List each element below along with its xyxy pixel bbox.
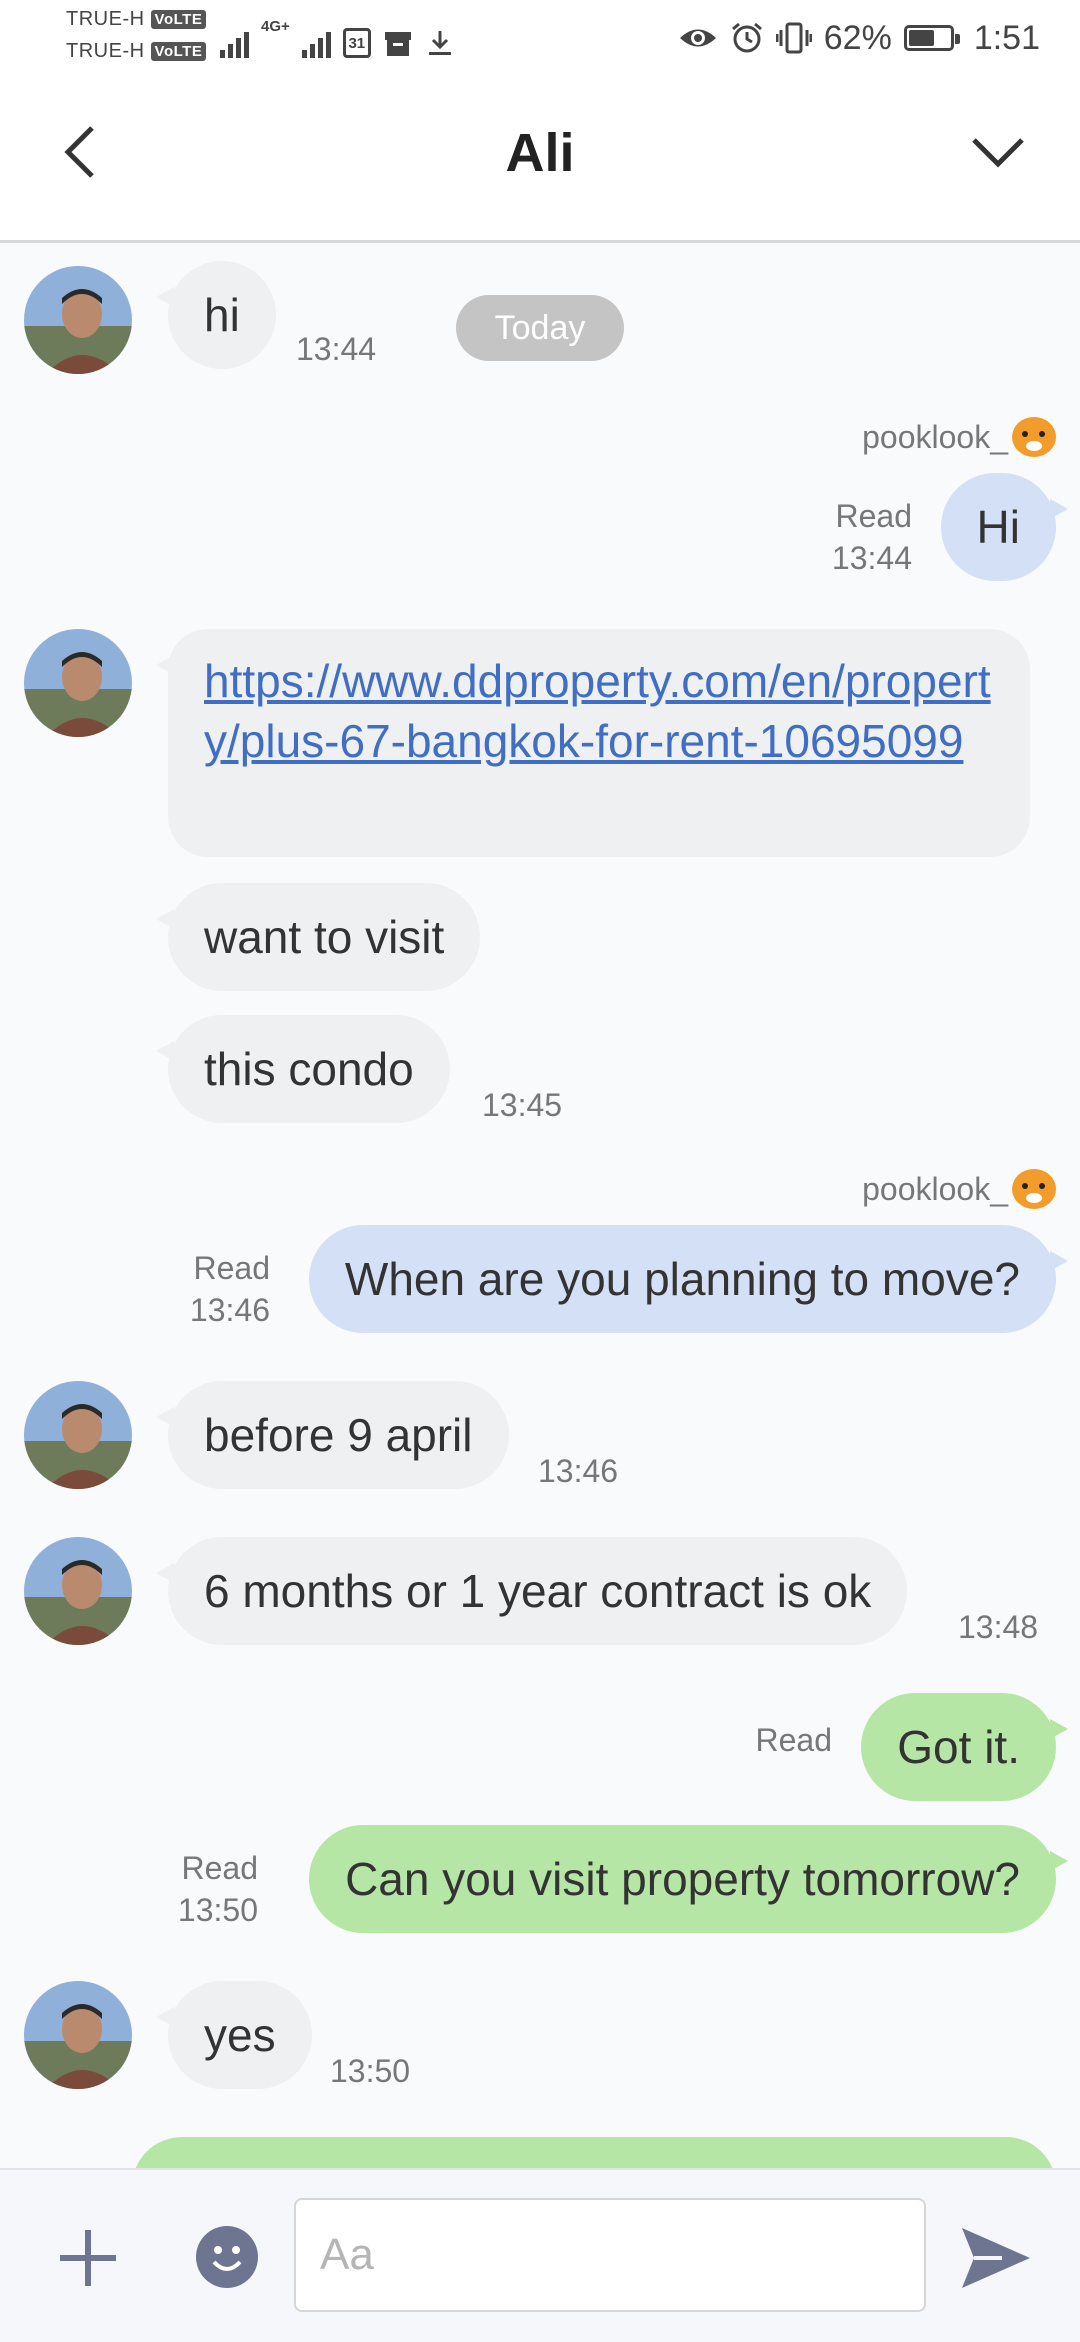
message-text: 6 months or 1 year contract is ok [204,1565,872,1617]
incoming-message-bubble[interactable]: want to visit [155,883,481,991]
avatar-photo [24,629,132,737]
volte-badge: VoLTE [150,10,207,30]
message-text: this condo [204,1043,414,1095]
chat-title: Ali [505,123,575,183]
avatar-photo [24,1381,132,1489]
avatar[interactable] [24,629,132,737]
incoming-message-bubble[interactable]: hi [156,261,276,369]
message-text: Got it. [897,1721,1020,1773]
incoming-message-bubble[interactable]: 6 months or 1 year contract is ok [155,1537,908,1645]
message-time: 13:48 [958,1609,1039,1645]
message-text: want to visit [204,911,445,963]
message-time: 13:45 [482,1087,563,1123]
menu-toggle-button[interactable] [956,120,1040,184]
message-meta: Read [756,1719,833,1761]
signal-icon [301,28,331,58]
vibrate-icon [775,22,812,54]
sender-name: pooklook_ [862,417,1056,457]
incoming-message-bubble[interactable]: before 9 april [156,1381,509,1489]
avatar[interactable] [24,266,132,374]
message-time: 13:44 [296,331,377,367]
message-text: yes [204,2009,276,2061]
read-status: Read [755,1722,833,1758]
incoming-message-bubble[interactable]: yes [156,1981,312,2089]
message-time: 13:46 [189,1292,270,1328]
network-type: 4G+ [261,18,290,35]
carrier-1: TRUE-H VoLTE [66,8,207,31]
volte-badge: VoLTE [150,42,207,62]
status-bar: TRUE-H VoLTE TRUE-H VoLTE 4G+ 31 62% 1:51 [0,0,1080,74]
carrier-2: TRUE-H VoLTE [66,40,207,63]
battery-icon [903,25,960,51]
message-text: When are you planning to move? [344,1253,1020,1305]
tiger-emoji-icon [1012,1169,1056,1209]
message-time: 13:44 [831,540,912,576]
avatar-photo [24,1537,132,1645]
signal-icon [220,28,249,58]
message-time: 13:46 [538,1453,619,1489]
outgoing-message-bubble-partial[interactable] [132,2137,1056,2168]
tiger-emoji-icon [1012,417,1056,457]
emoji-button[interactable] [196,2226,258,2288]
avatar[interactable] [24,1537,132,1645]
avatar[interactable] [24,1381,132,1489]
sender-name: pooklook_ [862,1169,1056,1209]
status-icons: 4G+ 31 [220,18,455,58]
smiley-icon [212,2246,242,2271]
message-link[interactable]: https://www.ddproperty.com/en/property/p… [204,655,991,767]
read-status: Read [193,1250,271,1286]
calendar-icon: 31 [342,28,371,58]
send-icon [962,2228,1030,2288]
clock: 1:51 [973,18,1040,57]
chevron-down-icon [972,138,1024,168]
outgoing-message-bubble[interactable]: Got it. [861,1693,1068,1801]
attach-button[interactable] [52,2222,124,2294]
message-text: Hi [976,501,1020,553]
incoming-message-bubble[interactable]: this condo [156,1015,450,1123]
outgoing-message-bubble[interactable]: When are you planning to move? [308,1225,1069,1333]
message-input-bar [0,2168,1080,2342]
message-meta: Read 13:50 [178,1847,258,1931]
outgoing-message-bubble[interactable]: Can you visit property tomorrow? [309,1825,1068,1933]
message-meta: Read 13:46 [190,1247,270,1331]
read-status: Read [835,498,913,534]
message-input[interactable] [294,2198,926,2312]
eye-icon [679,29,716,47]
date-divider: Today [456,295,624,361]
link-message-bubble[interactable]: https://www.ddproperty.com/en/property/p… [156,629,1030,857]
plus-icon [60,2230,116,2286]
download-icon [428,31,451,55]
avatar-photo [24,1981,132,2089]
read-status: Read [181,1850,259,1886]
avatar-photo [24,266,132,374]
battery-percent: 62% [823,18,892,57]
avatar[interactable] [24,1981,132,2089]
outgoing-message-bubble[interactable]: Hi [940,473,1069,581]
chat-header: Ali [0,74,1080,243]
message-text: before 9 april [204,1409,473,1461]
box-icon [384,32,411,56]
message-time: 13:50 [330,2053,411,2089]
alarm-icon [731,22,762,53]
message-text: hi [204,289,240,341]
message-time: 13:50 [177,1892,258,1928]
send-button[interactable] [958,2220,1034,2296]
message-list[interactable]: hi 13:44 Today pooklook_ Hi Read 13:44 ht… [0,243,1080,2168]
status-right: 62% 1:51 [678,14,1040,62]
message-text: Can you visit property tomorrow? [345,1853,1020,1905]
message-meta: Read 13:44 [832,495,912,579]
